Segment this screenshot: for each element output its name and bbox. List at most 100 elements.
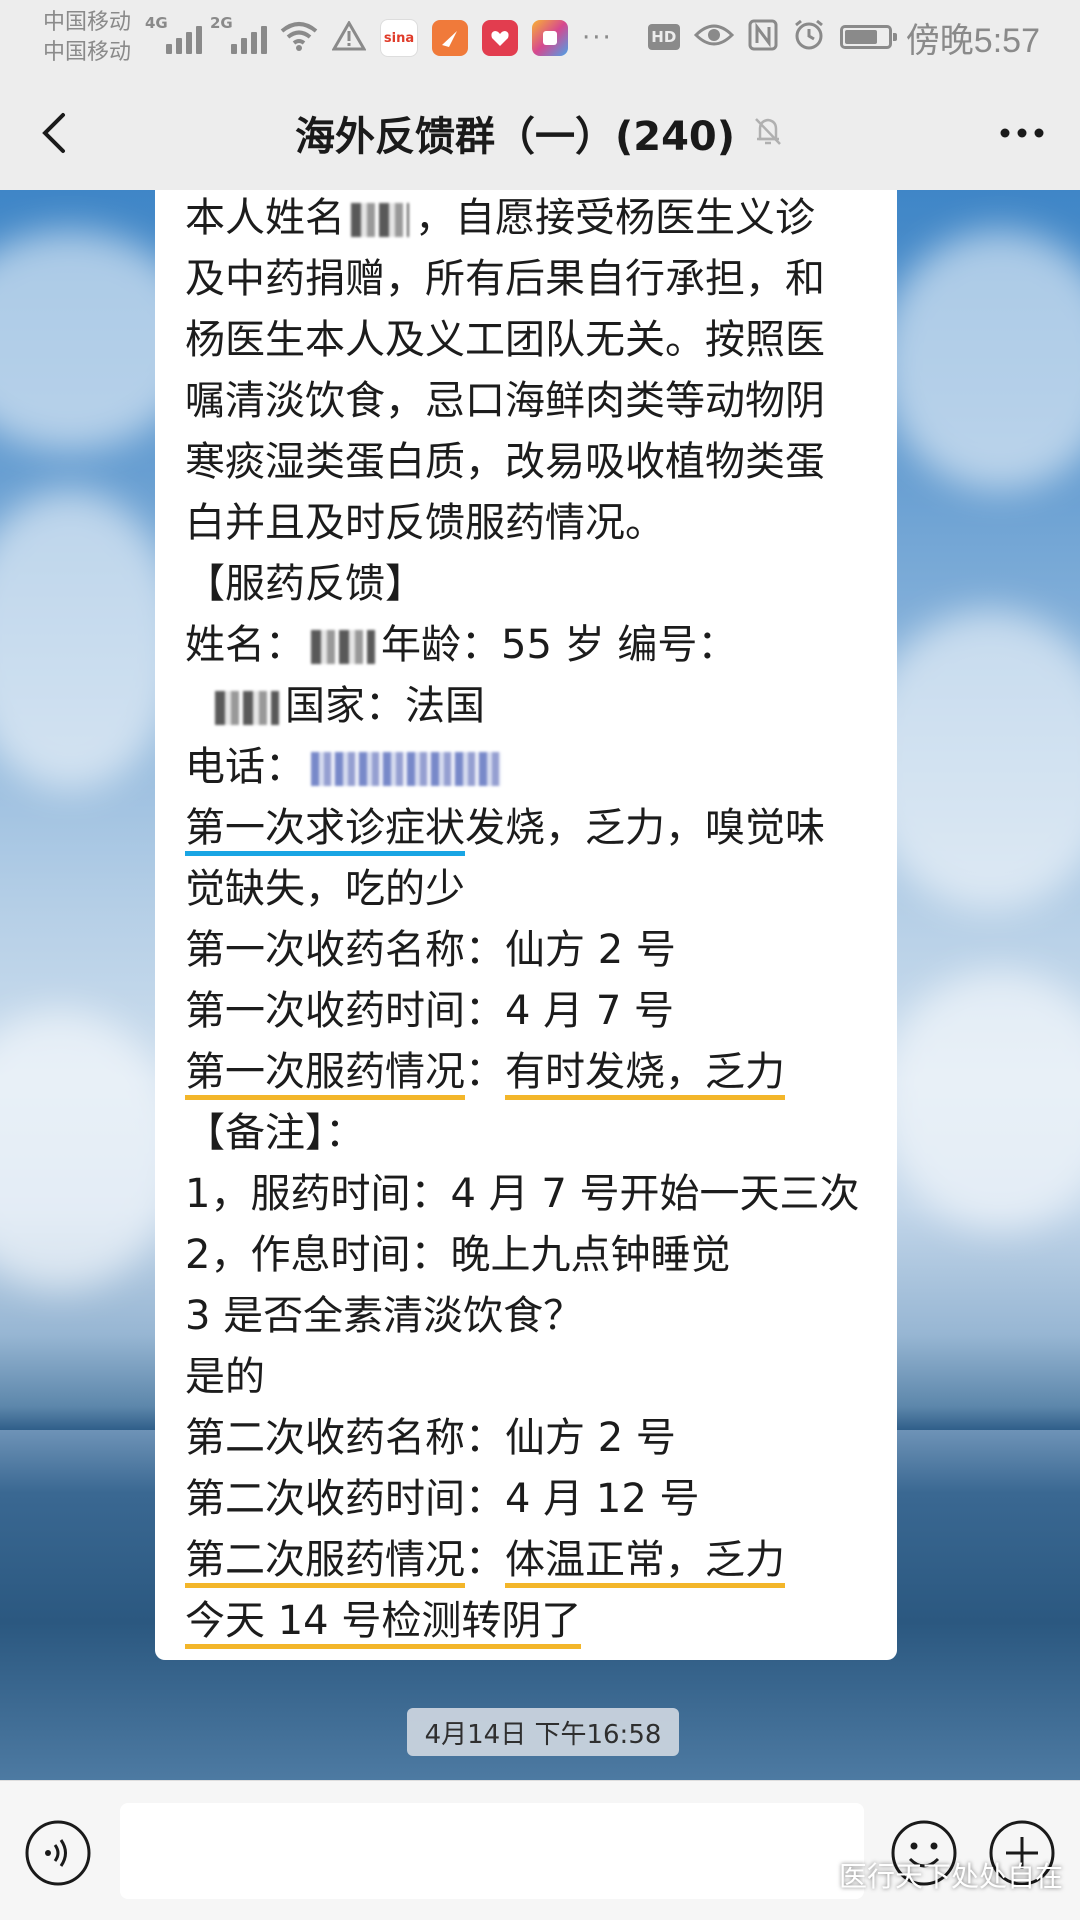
message-line: 第一次服药情况：有时发烧，乏力: [185, 1042, 785, 1103]
message-text-span: 觉缺失，吃的少: [185, 866, 465, 912]
voice-input-button[interactable]: [24, 1819, 92, 1887]
message-bubble[interactable]: 本人姓名 ，自愿接受杨医生义诊及中药捐赠，所有后果自行承担，和 杨医生本人及义工团队…: [155, 190, 897, 1660]
back-button[interactable]: [26, 105, 82, 161]
underlined-text: 第一次求诊症状: [185, 805, 465, 856]
sky-cloud: [0, 490, 180, 790]
muted-bell-icon: [751, 114, 785, 152]
title-bar: 海外反馈群（一）(240): [0, 75, 1080, 190]
sky-cloud: [0, 1010, 180, 1290]
message-input[interactable]: [120, 1803, 864, 1899]
redacted-text: [351, 203, 409, 237]
message-text-span: 发烧，乏力，嗅觉味: [465, 805, 825, 851]
redacted-text: [215, 691, 279, 725]
alarm-clock-icon: [792, 18, 826, 56]
message-text-span: 白并且及时反馈服药情况。: [185, 500, 665, 546]
message-line: 姓名： 年龄：55 岁 编号：: [185, 615, 737, 676]
message-text-span: 嘱清淡饮食，忌口海鲜肉类等动物阴: [185, 378, 825, 424]
message-line: 电话：: [185, 737, 507, 798]
message-text-span: 本人姓名: [185, 195, 345, 241]
underlined-text: 第一次服药情况: [185, 1049, 465, 1100]
signal-strength-icon: [205, 18, 267, 54]
status-system-icons: HD 傍晚5:57: [647, 14, 1080, 60]
chat-screen: 中国移动 中国移动 4G 2G sina ··· HD 傍晚5:57 海外反馈群…: [0, 0, 1080, 1920]
message-line: 本人姓名 ，自愿接受杨医生义诊: [185, 190, 815, 249]
message-timestamp: 4月14日 下午16:58: [407, 1708, 679, 1756]
title-area: 海外反馈群（一）(240): [120, 75, 960, 190]
sky-cloud: [880, 230, 1080, 490]
message-line: 第一次收药时间：4 月 7 号: [185, 981, 674, 1042]
message-line: 白并且及时反馈服药情况。: [185, 493, 665, 554]
sina-weibo-icon: sina: [380, 19, 418, 57]
message-line: 今天 14 号检测转阴了: [185, 1591, 582, 1652]
carrier-label-1: 中国移动: [43, 10, 132, 35]
orange-app-icon: [432, 20, 468, 56]
hd-icon: HD: [647, 24, 680, 50]
message-text-span: ：: [465, 1049, 505, 1095]
message-text-span: 第一次收药名称：仙方 2 号: [185, 927, 676, 973]
message-text-span: 寒痰湿类蛋白质，改易吸收植物类蛋: [185, 439, 825, 485]
wifi-icon: [280, 21, 318, 55]
message-line: 杨医生本人及义工团队无关。按照医: [185, 310, 825, 371]
underlined-text: 体温正常，乏力: [505, 1537, 785, 1588]
message-text-span: 杨医生本人及义工团队无关。按照医: [185, 317, 825, 363]
message-line: 及中药捐赠，所有后果自行承担，和: [185, 249, 825, 310]
message-line: 觉缺失，吃的少: [185, 859, 465, 920]
back-arrow-icon: [42, 113, 65, 153]
message-line: 3 是否全素清淡饮食？: [185, 1286, 583, 1347]
message-line: 第二次服药情况：体温正常，乏力: [185, 1530, 785, 1591]
message-line: 第二次收药时间：4 月 12 号: [185, 1469, 700, 1530]
status-clock: 傍晚5:57: [905, 21, 1040, 60]
nfc-icon: [748, 19, 778, 55]
message-line: 【服药反馈】: [185, 554, 425, 615]
message-text-span: 1，服药时间：4 月 7 号开始一天三次: [185, 1171, 860, 1217]
message-text-span: 【服药反馈】: [185, 561, 425, 607]
message-line: 2，作息时间：晚上九点钟睡觉: [185, 1225, 730, 1286]
watermark-text: 医行天下处处自在: [839, 1860, 1064, 1893]
underlined-text: 有时发烧，乏力: [505, 1049, 785, 1100]
message-text-span: 国家：法国: [285, 683, 485, 729]
message-text-span: 姓名：: [185, 622, 305, 668]
more-notifications-icon: ···: [582, 23, 613, 53]
sky-cloud: [880, 970, 1080, 1230]
message-text-span: 第一次收药时间：4 月 7 号: [185, 988, 675, 1034]
message-line: 第一次收药名称：仙方 2 号: [185, 920, 676, 981]
battery-icon: [839, 25, 897, 49]
redacted-text: [311, 630, 375, 664]
input-bar: [0, 1780, 1080, 1920]
warning-icon: [331, 19, 367, 55]
battery-level-fill: [844, 30, 877, 44]
message-text-span: 电话：: [185, 744, 305, 790]
message-line: 国家：法国: [185, 676, 485, 737]
underlined-text: 第二次服药情况: [185, 1537, 465, 1588]
message-text-span: ：: [465, 1537, 505, 1583]
message-line: 第一次求诊症状发烧，乏力，嗅觉味: [185, 798, 825, 859]
chat-message-area[interactable]: 本人姓名 ，自愿接受杨医生义诊及中药捐赠，所有后果自行承担，和 杨医生本人及义工团队…: [0, 190, 1080, 1780]
message-text-span: 年龄：55 岁 编号：: [381, 622, 738, 668]
message-line: 【备注】：: [185, 1103, 365, 1164]
status-app-icons: sina ···: [280, 18, 613, 58]
message-text-span: 2，作息时间：晚上九点钟睡觉: [185, 1232, 731, 1278]
eye-icon: [693, 21, 734, 53]
message-text-span: 及中药捐赠，所有后果自行承担，和: [185, 256, 825, 302]
message-text-span: 第二次收药时间：4 月 12 号: [185, 1476, 700, 1522]
voice-icon: [25, 1820, 91, 1886]
chat-title: 海外反馈群（一）(240): [294, 113, 736, 160]
message-line: 第二次收药名称：仙方 2 号: [185, 1408, 676, 1469]
message-text-span: 是的: [185, 1354, 265, 1400]
message-text-span: 3 是否全素清淡饮食？: [185, 1293, 584, 1339]
carrier-label-2: 中国移动: [43, 40, 132, 65]
more-dots-icon: [1000, 128, 1044, 138]
pink-app-icon: [532, 20, 568, 56]
wechat-logo-icon: [795, 1860, 831, 1889]
message-line: 1，服药时间：4 月 7 号开始一天三次: [185, 1164, 860, 1225]
more-options-button[interactable]: [990, 105, 1054, 161]
message-line: 是的: [185, 1347, 265, 1408]
status-bar: 中国移动 中国移动 4G 2G sina ··· HD 傍晚5:57: [0, 0, 1080, 75]
message-line: 寒痰湿类蛋白质，改易吸收植物类蛋: [185, 432, 825, 493]
carrier-info: 中国移动 中国移动: [43, 8, 131, 68]
signal-strength-icon: [140, 18, 202, 54]
message-text-span: 第二次收药名称：仙方 2 号: [185, 1415, 676, 1461]
red-app-icon: [482, 20, 518, 56]
message-text-span: ，自愿接受杨医生义诊: [415, 195, 815, 241]
redacted-phone: [311, 752, 501, 786]
